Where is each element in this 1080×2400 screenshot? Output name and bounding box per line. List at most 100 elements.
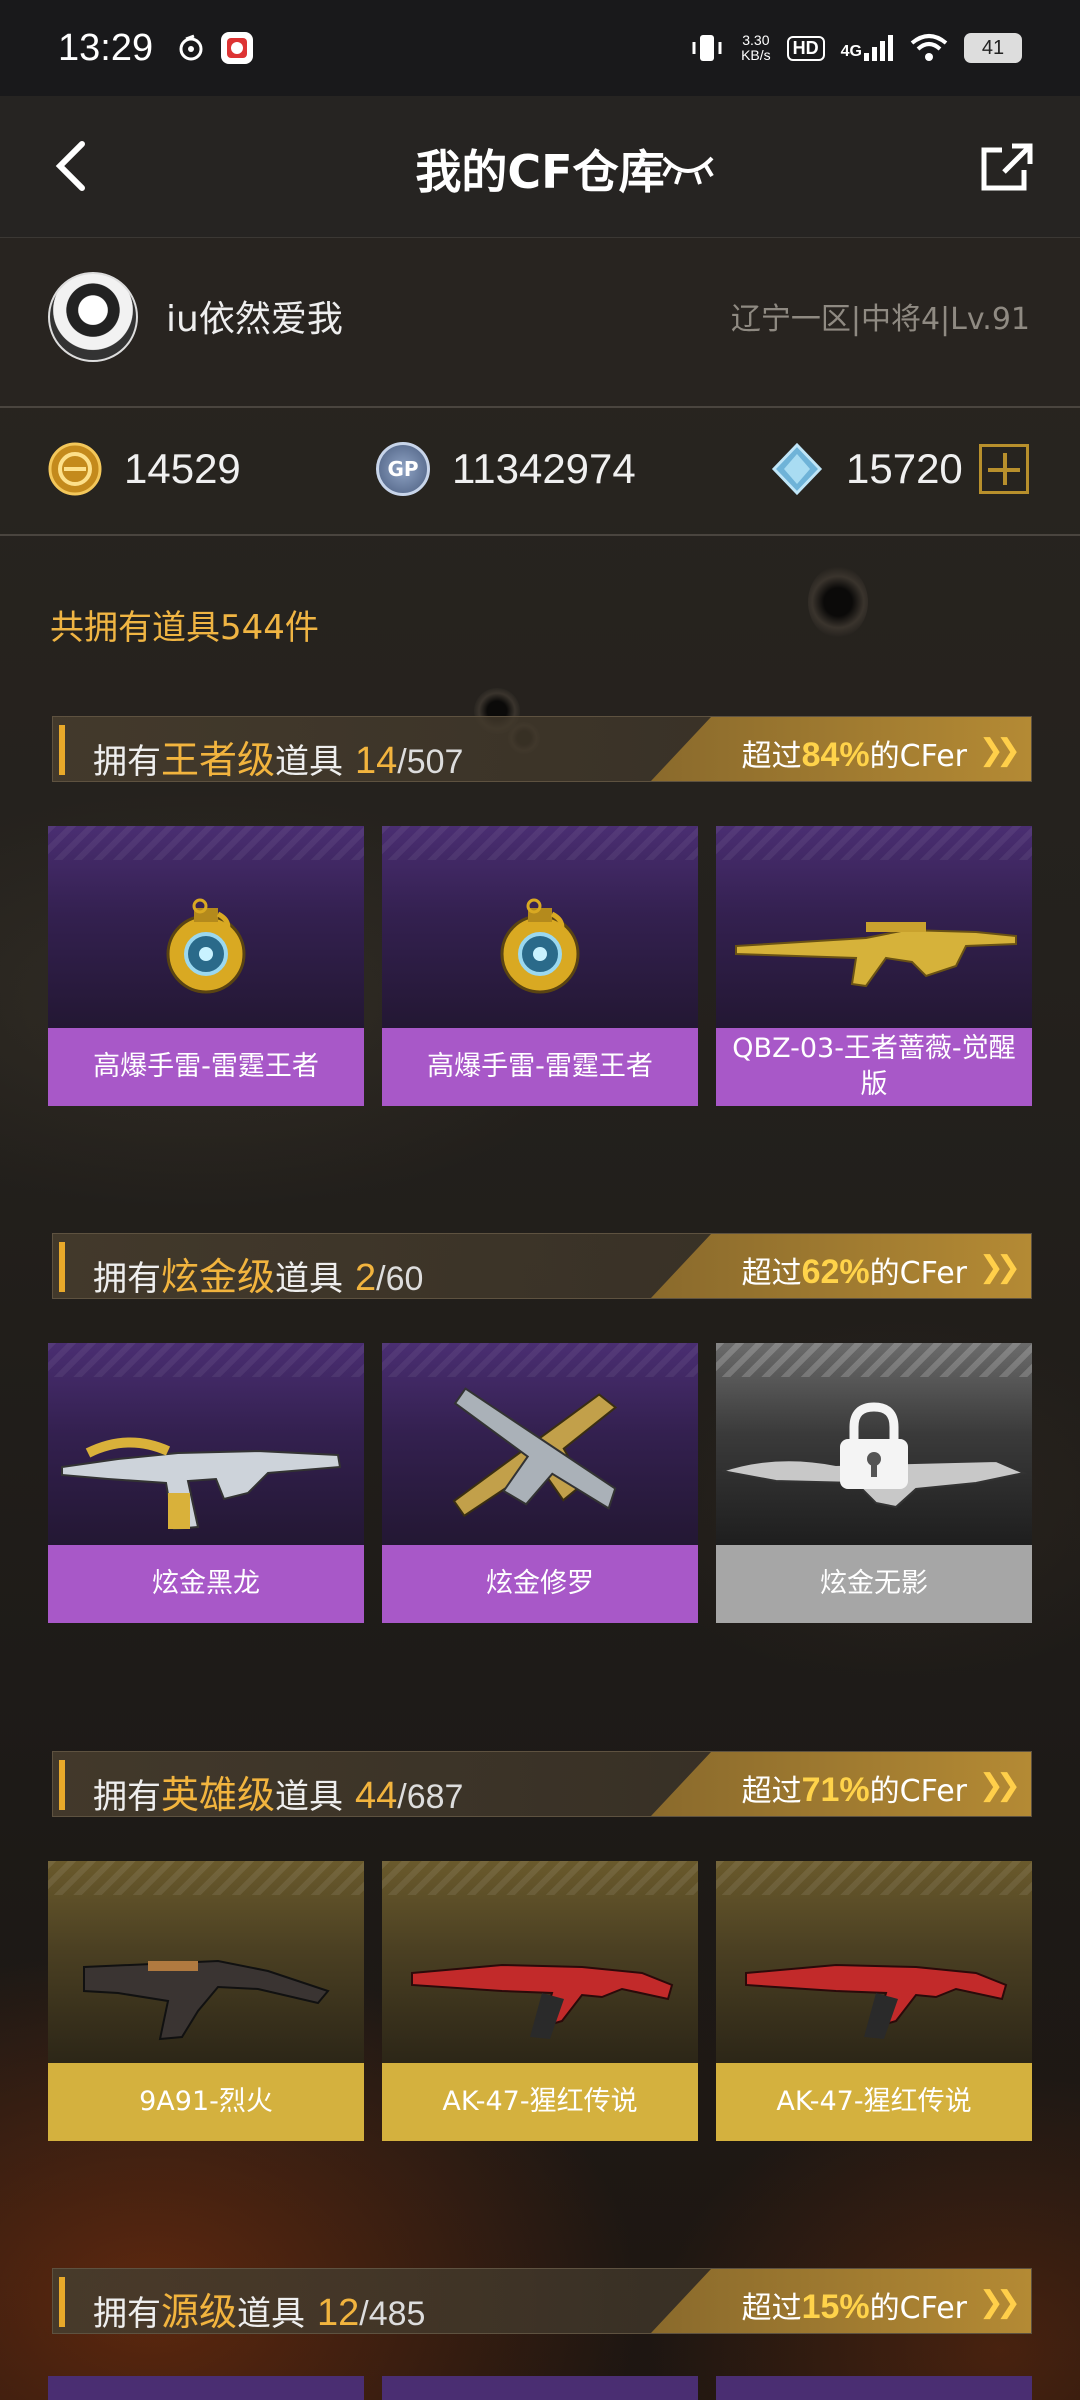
rank-suffix: 的CFer	[869, 2291, 967, 2326]
section-title: 拥有王者级道具 14/507	[93, 729, 463, 784]
section-suffix: 道具	[275, 742, 344, 782]
rank-percent: 84%	[801, 736, 870, 774]
item-name: 炫金黑龙	[48, 1545, 364, 1623]
rank-text: 超过62%的CFer	[742, 1248, 967, 1292]
diamonds-value: 15720	[846, 445, 963, 492]
section-accent-bar	[59, 2277, 65, 2327]
section-tier: 炫金级	[161, 1255, 276, 1299]
rank-text: 超过84%的CFer	[742, 731, 967, 775]
diamond-icon	[771, 442, 823, 496]
wifi-icon	[910, 34, 948, 61]
section-suffix: 道具	[237, 2294, 306, 2334]
cf-coin-icon	[48, 442, 102, 496]
item-card[interactable]: 炫金修罗	[382, 1343, 698, 1623]
item-card[interactable]: 炫金无影	[716, 1343, 1032, 1623]
share-icon[interactable]	[978, 142, 1034, 194]
game-notification-icon	[221, 32, 254, 64]
section-count: 14	[355, 740, 398, 782]
net-speed-unit: KB/s	[741, 47, 771, 63]
gp-coin-icon: GP	[376, 442, 430, 496]
next-section-cards[interactable]	[48, 2376, 1032, 2400]
rank-suffix: 的CFer	[869, 739, 967, 774]
item-card[interactable]: AK-47-猩红传说	[716, 1861, 1032, 2141]
item-name: AK-47-猩红传说	[382, 2063, 698, 2141]
rank-suffix: 的CFer	[869, 1256, 967, 1291]
gp-points: GP 11342974	[376, 442, 636, 496]
section-count: 2	[355, 1257, 377, 1299]
network-speed: 3.30 KB/s	[741, 33, 771, 63]
grenade-weapon-icon	[166, 898, 246, 994]
total-items: 共拥有道具544件	[50, 608, 319, 648]
item-name: QBZ-03-王者蔷薇-觉醒版	[716, 1028, 1032, 1106]
section-prefix: 拥有	[93, 742, 161, 782]
app-notification-icon	[175, 32, 207, 64]
item-card[interactable]: 高爆手雷-雷霆王者	[382, 826, 698, 1106]
navigation-bar: 我的CF仓库	[0, 96, 1080, 238]
avatar[interactable]	[48, 272, 138, 362]
section-total: /60	[376, 1260, 424, 1298]
section-accent-bar	[59, 1760, 65, 1810]
page-title: 我的CF仓库	[415, 145, 665, 199]
double-chevron-right-icon: ❯❯	[978, 733, 1021, 768]
double-chevron-right-icon: ❯❯	[978, 1250, 1021, 1285]
cf-points-value: 14529	[124, 445, 241, 492]
section-accent-bar	[59, 725, 65, 775]
section-accent-bar	[59, 1242, 65, 1292]
item-card-partial[interactable]	[48, 2376, 364, 2400]
section-prefix: 拥有	[93, 1259, 161, 1299]
rank-prefix: 超过	[741, 2291, 802, 2326]
item-card[interactable]: 炫金黑龙	[48, 1343, 364, 1623]
item-card[interactable]: QBZ-03-王者蔷薇-觉醒版	[716, 826, 1032, 1106]
rank-badge[interactable]: 超过62%的CFer ❯❯	[651, 1234, 1031, 1298]
rank-badge[interactable]: 超过71%的CFer ❯❯	[651, 1752, 1031, 1816]
status-bar: 13:29 3.30 KB/s HD 4G 41	[0, 0, 1080, 96]
section-title: 拥有源级道具 12/485	[93, 2281, 425, 2336]
grenade-weapon-icon	[500, 898, 580, 994]
section-header[interactable]: 拥有源级道具 12/485 超过15%的CFer ❯❯	[52, 2268, 1032, 2334]
item-name: 炫金无影	[716, 1545, 1032, 1623]
dragon-weapon-icon	[61, 1437, 342, 1531]
server-info: 辽宁一区|中将4|Lv.91	[730, 302, 1030, 337]
hd-badge: HD	[786, 35, 825, 61]
section-total: /507	[397, 743, 464, 781]
section-title: 拥有英雄级道具 44/687	[93, 1764, 463, 1819]
smg-weapon-icon	[83, 1959, 330, 2041]
network-type: 4G	[840, 43, 862, 60]
item-name: 高爆手雷-雷霆王者	[48, 1028, 364, 1106]
section-count: 12	[317, 2292, 360, 2334]
rank-percent: 62%	[801, 1253, 870, 1291]
item-card-partial[interactable]	[382, 2376, 698, 2400]
add-currency-button[interactable]	[978, 444, 1029, 494]
item-name: 炫金修罗	[382, 1545, 698, 1623]
rank-percent: 71%	[801, 1771, 870, 1809]
rifle-gold-weapon-icon	[735, 922, 1017, 988]
section-suffix: 道具	[275, 1259, 344, 1299]
cf-points: 14529	[48, 442, 241, 496]
rank-text: 超过71%的CFer	[742, 1766, 967, 1810]
item-card[interactable]: 高爆手雷-雷霆王者	[48, 826, 364, 1106]
lock-icon	[840, 1402, 908, 1489]
rank-badge[interactable]: 超过84%的CFer ❯❯	[651, 717, 1031, 781]
section-header[interactable]: 拥有王者级道具 14/507 超过84%的CFer ❯❯	[52, 716, 1032, 782]
rank-prefix: 超过	[741, 1256, 802, 1291]
ak-weapon-icon	[745, 1963, 1008, 2039]
section-header[interactable]: 拥有炫金级道具 2/60 超过62%的CFer ❯❯	[52, 1233, 1032, 1299]
section-title: 拥有炫金级道具 2/60	[93, 1246, 423, 1301]
item-card[interactable]: 9A91-烈火	[48, 1861, 364, 2141]
pistols-weapon-icon	[452, 1387, 618, 1518]
section-tier: 王者级	[161, 738, 276, 782]
rank-prefix: 超过	[741, 739, 802, 774]
rank-badge[interactable]: 超过15%的CFer ❯❯	[651, 2269, 1031, 2333]
section-count: 44	[355, 1775, 398, 1817]
item-card[interactable]: AK-47-猩红传说	[382, 1861, 698, 2141]
section-total: /687	[397, 1778, 464, 1816]
eye-closed-icon[interactable]	[660, 148, 716, 188]
status-time: 13:29	[58, 26, 154, 69]
rank-suffix: 的CFer	[869, 1774, 967, 1809]
item-card-partial[interactable]	[716, 2376, 1032, 2400]
double-chevron-right-icon: ❯❯	[978, 1768, 1021, 1803]
item-name: AK-47-猩红传说	[716, 2063, 1032, 2141]
net-speed-value: 3.30	[742, 32, 770, 48]
gp-icon-text: GP	[387, 457, 419, 481]
section-header[interactable]: 拥有英雄级道具 44/687 超过71%的CFer ❯❯	[52, 1751, 1032, 1817]
